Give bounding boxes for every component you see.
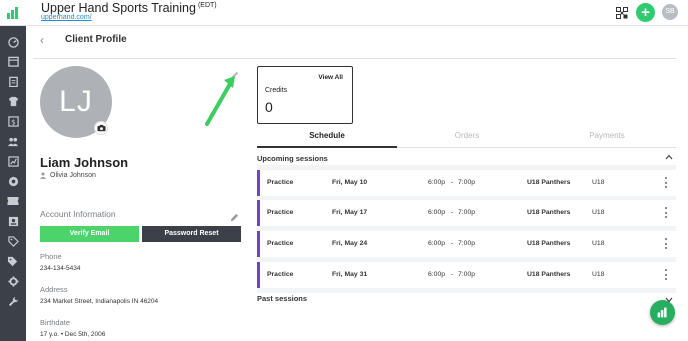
- client-name: Liam Johnson: [40, 155, 129, 170]
- session-row[interactable]: Practice Fri, May 31 6:00p - 7:00p U18 P…: [257, 262, 676, 288]
- session-time-sep: -: [451, 240, 454, 247]
- back-button[interactable]: ‹: [40, 33, 44, 47]
- upcoming-sessions-header[interactable]: Upcoming sessions: [257, 154, 328, 163]
- session-time-sep: -: [451, 271, 454, 278]
- annotation-arrow: [205, 76, 235, 126]
- gear-icon[interactable]: [5, 273, 21, 289]
- tab-orders[interactable]: Orders: [397, 131, 537, 140]
- tab-active-indicator: [257, 146, 397, 148]
- change-photo-button[interactable]: [94, 121, 108, 135]
- credits-view-all-link[interactable]: View All: [318, 74, 343, 81]
- wrench-icon[interactable]: [5, 293, 21, 309]
- upperhand-logo-icon: [7, 7, 18, 19]
- session-time-sep: -: [451, 209, 454, 216]
- app-url-link[interactable]: upperhand.com/: [41, 14, 92, 21]
- managed-by[interactable]: Olivia Johnson: [40, 172, 96, 179]
- session-group: U18: [592, 240, 605, 247]
- dashboard-icon[interactable]: [5, 34, 21, 50]
- session-team: U18 Panthers: [527, 179, 571, 186]
- header-divider: [33, 58, 676, 59]
- contact-card-icon[interactable]: [5, 213, 21, 229]
- session-group: U18: [592, 271, 605, 278]
- session-start: 6:00p: [428, 240, 446, 247]
- credits-value: 0: [265, 99, 273, 115]
- person-icon: [40, 172, 46, 179]
- session-group: U18: [592, 179, 605, 186]
- address-label: Address: [40, 285, 68, 294]
- session-row[interactable]: Practice Fri, May 17 6:00p - 7:00p U18 P…: [257, 200, 676, 226]
- ticket-icon[interactable]: [5, 193, 21, 209]
- app-title-text: Upper Hand Sports Training: [41, 1, 196, 15]
- upperhand-logo-icon: [657, 307, 667, 318]
- sidebar: $: [0, 26, 26, 341]
- session-end: 7:00p: [458, 209, 476, 216]
- session-start: 6:00p: [428, 179, 446, 186]
- tab-payments[interactable]: Payments: [537, 131, 677, 140]
- session-date: Fri, May 31: [332, 271, 368, 278]
- birthdate-label: Birthdate: [40, 318, 71, 327]
- floating-help-button[interactable]: [650, 300, 675, 325]
- app-title: Upper Hand Sports Training (EDT): [41, 1, 217, 15]
- pencil-icon: [230, 213, 239, 222]
- session-time-sep: -: [451, 179, 454, 186]
- edit-account-button[interactable]: [230, 209, 239, 227]
- session-end: 7:00p: [458, 240, 476, 247]
- session-start: 6:00p: [428, 209, 446, 216]
- kebab-menu-icon[interactable]: [665, 269, 668, 280]
- address-value: 234 Market Street, Indianapolis IN 46204: [40, 298, 159, 305]
- app-title-badge: (EDT): [197, 1, 217, 9]
- session-team: U18 Panthers: [527, 271, 571, 278]
- kebab-menu-icon[interactable]: [665, 207, 668, 218]
- globe-icon[interactable]: [5, 173, 21, 189]
- chart-icon[interactable]: [5, 153, 21, 169]
- chevron-up-icon[interactable]: [665, 153, 673, 162]
- session-team: U18 Panthers: [527, 240, 571, 247]
- session-date: Fri, May 10: [332, 179, 368, 186]
- managed-by-name: Olivia Johnson: [50, 172, 96, 179]
- people-icon[interactable]: [5, 133, 21, 149]
- session-end: 7:00p: [458, 179, 476, 186]
- clipboard-icon[interactable]: [5, 73, 21, 89]
- phone-label: Phone: [40, 252, 62, 261]
- app-logo[interactable]: [0, 0, 26, 26]
- past-sessions-header[interactable]: Past sessions: [257, 294, 307, 303]
- session-start: 6:00p: [428, 271, 446, 278]
- tags-icon[interactable]: [5, 253, 21, 269]
- session-date: Fri, May 17: [332, 209, 368, 216]
- kebab-menu-icon[interactable]: [665, 177, 668, 188]
- verify-email-button[interactable]: Verify Email: [40, 226, 139, 242]
- session-type: Practice: [267, 209, 294, 216]
- qr-scan-icon[interactable]: [614, 5, 630, 21]
- account-info-title: Account Information: [40, 209, 116, 219]
- phone-value: 234-134-5434: [40, 265, 81, 272]
- page-title: Client Profile: [65, 34, 127, 45]
- tag-icon[interactable]: [5, 233, 21, 249]
- credits-card: View All Credits 0: [257, 66, 353, 124]
- svg-text:$: $: [11, 117, 16, 126]
- top-header: Upper Hand Sports Training (EDT) upperhan…: [0, 0, 688, 26]
- session-team: U18 Panthers: [527, 209, 571, 216]
- calendar-icon[interactable]: [5, 53, 21, 69]
- session-end: 7:00p: [458, 271, 476, 278]
- session-row[interactable]: Practice Fri, May 10 6:00p - 7:00p U18 P…: [257, 170, 676, 196]
- session-type: Practice: [267, 179, 294, 186]
- password-reset-button[interactable]: Password Reset: [142, 226, 241, 242]
- dollar-icon[interactable]: $: [5, 113, 21, 129]
- camera-icon: [96, 124, 106, 132]
- session-date: Fri, May 24: [332, 240, 368, 247]
- session-type: Practice: [267, 271, 294, 278]
- session-row[interactable]: Practice Fri, May 24 6:00p - 7:00p U18 P…: [257, 231, 676, 257]
- tab-schedule[interactable]: Schedule: [257, 131, 397, 140]
- birthdate-value: 17 y.o. • Dec 5th, 2006: [40, 331, 106, 338]
- kebab-menu-icon[interactable]: [665, 238, 668, 249]
- user-avatar[interactable]: SB: [662, 4, 678, 20]
- add-button[interactable]: +: [636, 3, 655, 22]
- credits-label: Credits: [265, 87, 288, 94]
- app-root: Upper Hand Sports Training (EDT) upperhan…: [0, 0, 688, 341]
- session-group: U18: [592, 209, 605, 216]
- shirt-icon[interactable]: [5, 93, 21, 109]
- session-type: Practice: [267, 240, 294, 247]
